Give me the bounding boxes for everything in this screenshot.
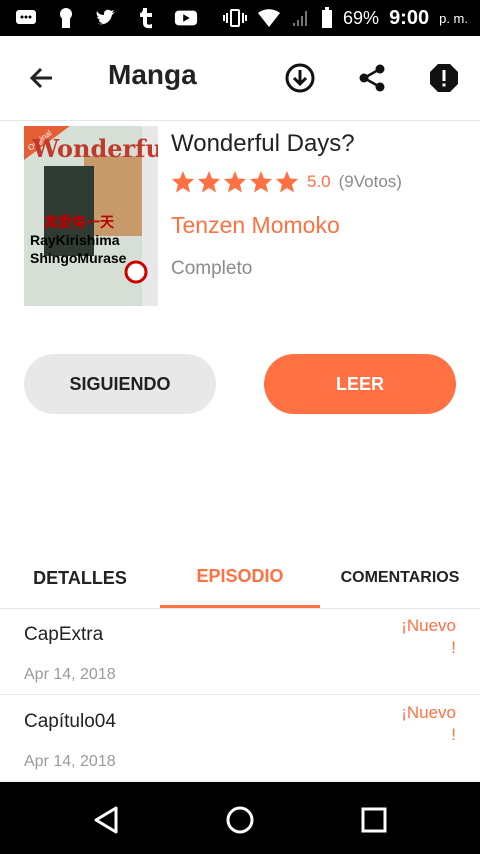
battery-icon <box>322 7 333 28</box>
episode-title: Capítulo04 <box>24 711 116 732</box>
keyhole-icon <box>54 6 78 30</box>
new-badge: ¡Nuevo ! <box>401 703 456 744</box>
wifi-icon <box>258 9 281 27</box>
manga-cover[interactable]: Original Wonderful 真愛毎一天 RayKirishima Sh… <box>24 126 158 306</box>
vibrate-icon <box>223 9 248 27</box>
new-badge: ¡Nuevo ! <box>401 616 456 657</box>
read-button[interactable]: LEER <box>264 354 456 414</box>
system-status: 69% 9:00 p. m. <box>223 0 468 36</box>
status-bar: 69% 9:00 p. m. <box>0 0 480 36</box>
tumblr-icon <box>134 6 158 30</box>
back-nav-icon[interactable] <box>86 800 126 840</box>
clock-ampm: p. m. <box>439 10 468 26</box>
cover-name-2: ShingoMurase <box>30 250 127 266</box>
signal-icon <box>293 11 308 26</box>
star-icon <box>224 171 246 193</box>
app-bar: Manga <box>0 36 480 121</box>
rating: 5.0 (9Votos) <box>171 170 402 194</box>
cover-name-1: RayKirishima <box>30 232 120 248</box>
youtube-icon <box>174 6 198 30</box>
battery-level: 69% <box>343 7 380 28</box>
tab-comments[interactable]: COMENTARIOS <box>320 548 480 608</box>
messages-icon <box>14 6 38 30</box>
cover-logo: Wonderful <box>32 134 158 163</box>
manga-title: Wonderful Days? <box>171 130 355 157</box>
tab-episodes[interactable]: EPISODIO <box>160 548 320 608</box>
rating-score: 5.0 <box>307 172 331 191</box>
list-item[interactable]: Capítulo04 Apr 14, 2018 ¡Nuevo ! <box>0 695 480 782</box>
download-icon[interactable] <box>280 58 320 98</box>
recents-nav-icon[interactable] <box>354 800 394 840</box>
star-icon <box>198 171 220 193</box>
home-nav-icon[interactable] <box>220 800 260 840</box>
star-icon <box>172 171 194 193</box>
notification-icons <box>14 6 198 30</box>
follow-button[interactable]: SIGUIENDO <box>24 354 216 414</box>
episode-date: Apr 14, 2018 <box>24 753 116 770</box>
cover-jp-title: 真愛毎一天 <box>44 214 114 230</box>
author-link[interactable]: Tenzen Momoko <box>171 212 340 239</box>
star-icon <box>276 171 298 193</box>
tab-bar: DETALLES EPISODIO COMENTARIOS <box>0 548 480 609</box>
tab-details[interactable]: DETALLES <box>0 548 160 608</box>
list-item[interactable]: CapExtra Apr 14, 2018 ¡Nuevo ! <box>0 608 480 695</box>
back-arrow-icon[interactable] <box>24 60 60 96</box>
clock: 9:00 <box>389 6 430 29</box>
page-title: Manga <box>108 59 197 90</box>
episode-list: CapExtra Apr 14, 2018 ¡Nuevo ! Capítulo0… <box>0 608 480 782</box>
twitter-icon <box>94 6 118 30</box>
share-icon[interactable] <box>352 58 392 98</box>
publication-status: Completo <box>171 258 253 279</box>
star-icon <box>250 171 272 193</box>
star-rating <box>171 170 299 194</box>
rating-votes: (9Votos) <box>338 172 402 191</box>
navigation-bar <box>0 782 480 854</box>
report-icon[interactable] <box>424 58 464 98</box>
episode-title: CapExtra <box>24 624 104 645</box>
episode-date: Apr 14, 2018 <box>24 666 116 683</box>
